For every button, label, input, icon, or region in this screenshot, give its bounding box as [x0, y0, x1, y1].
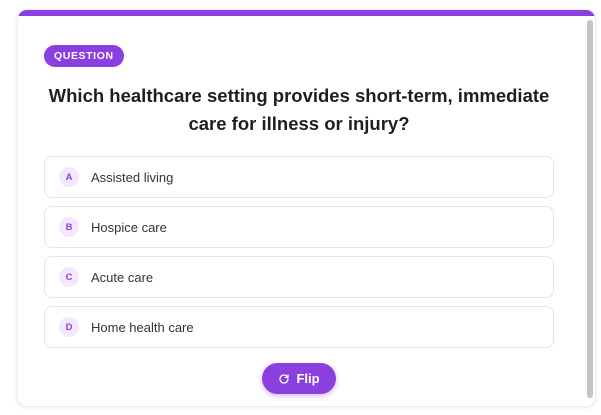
option-text: Hospice care — [91, 219, 167, 235]
scrollbar[interactable] — [586, 20, 594, 398]
option-b[interactable]: B Hospice care — [44, 206, 554, 248]
option-letter: A — [59, 167, 79, 187]
option-d[interactable]: D Home health care — [44, 306, 554, 348]
option-letter: C — [59, 267, 79, 287]
flashcard: QUESTION Which healthcare setting provid… — [17, 9, 596, 407]
scrollbar-thumb[interactable] — [587, 20, 593, 398]
rotate-icon — [279, 373, 290, 384]
answer-options: A Assisted living B Hospice care C Acute… — [44, 156, 554, 356]
flip-button[interactable]: Flip — [262, 363, 336, 394]
flip-button-label: Flip — [296, 371, 320, 386]
option-letter: D — [59, 317, 79, 337]
question-text: Which healthcare setting provides short-… — [48, 85, 550, 134]
option-c[interactable]: C Acute care — [44, 256, 554, 298]
option-text: Assisted living — [91, 169, 174, 185]
card-accent-bar — [18, 10, 595, 16]
option-a[interactable]: A Assisted living — [44, 156, 554, 198]
option-letter: B — [59, 217, 79, 237]
option-text: Home health care — [91, 319, 194, 335]
question-badge: QUESTION — [44, 45, 124, 67]
option-text: Acute care — [91, 269, 154, 285]
